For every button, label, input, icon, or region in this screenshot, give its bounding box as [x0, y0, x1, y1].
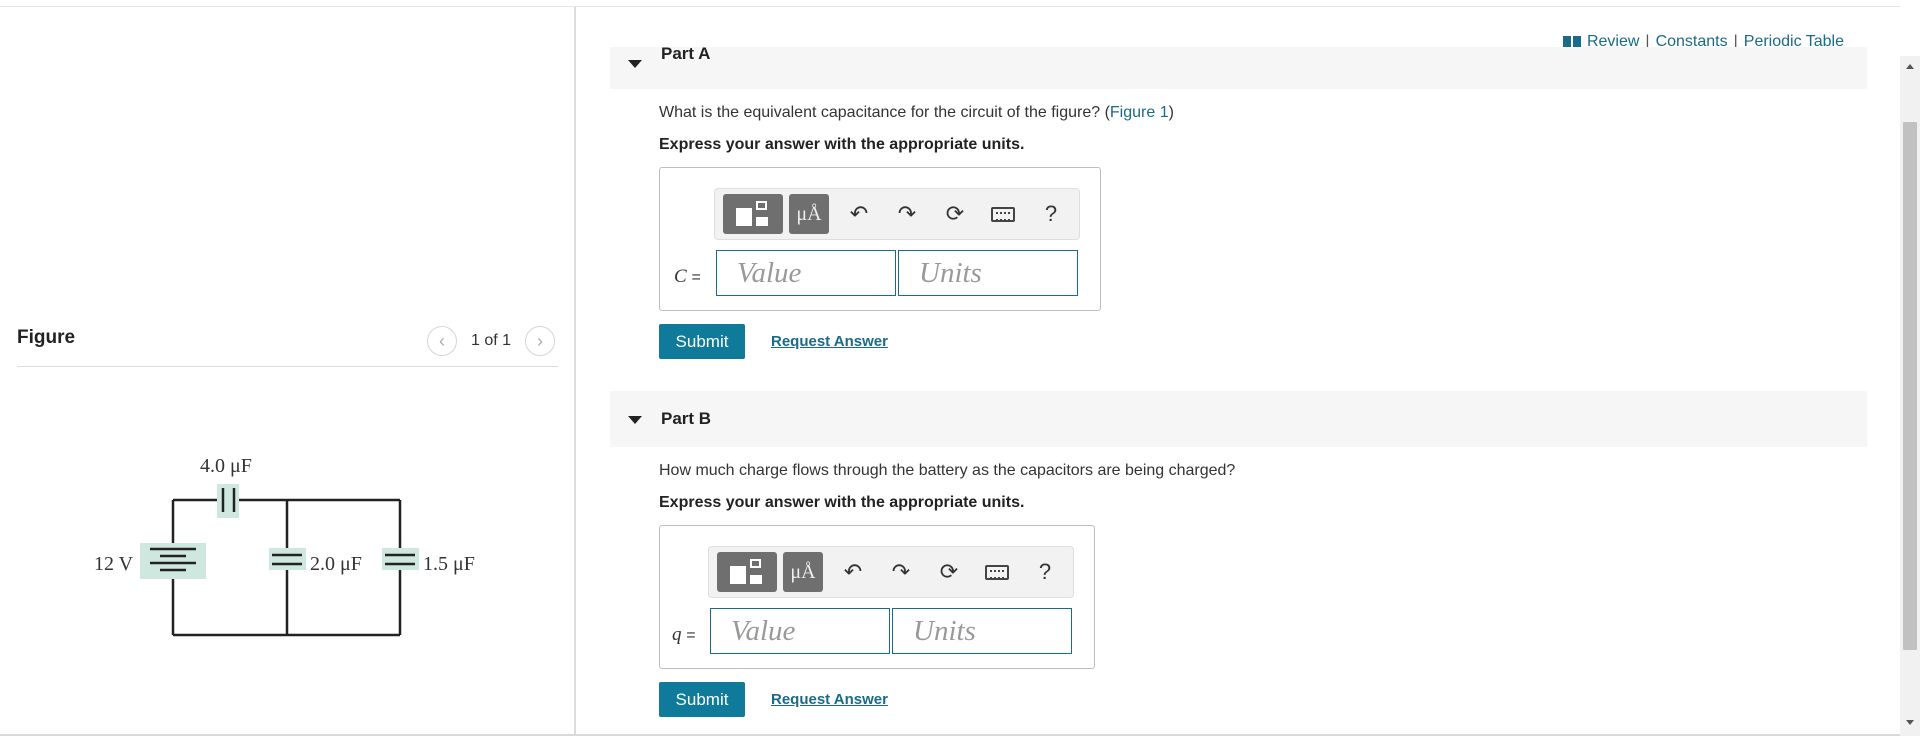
- redo-button[interactable]: ↷: [883, 194, 931, 234]
- capacitor-c2: [269, 548, 306, 570]
- scroll-down-arrow-icon[interactable]: [1906, 720, 1914, 725]
- part-b-instruction: Express your answer with the appropriate…: [659, 494, 1025, 511]
- c1-label: 4.0 μF: [200, 455, 252, 477]
- redo-button[interactable]: ↷: [877, 552, 925, 592]
- part-a-submit-button[interactable]: Submit: [659, 324, 745, 359]
- panel-divider[interactable]: [574, 7, 576, 734]
- part-b-answer-box: μÅ ↶ ↷ ⟳ ? q = Value Units: [659, 525, 1095, 669]
- part-a-math-toolbar: μÅ ↶ ↷ ⟳ ?: [714, 188, 1080, 240]
- part-a-variable-label: C =: [674, 266, 701, 287]
- figure-pagination: ‹ 1 of 1 ›: [427, 326, 556, 356]
- part-a-request-answer-link[interactable]: Request Answer: [771, 333, 888, 350]
- part-b-submit-button[interactable]: Submit: [659, 682, 745, 717]
- part-b-variable-label: q =: [672, 624, 696, 645]
- c3-label: 1.5 μF: [423, 553, 475, 575]
- book-icon: [1562, 36, 1581, 48]
- figure-title: Figure: [17, 327, 76, 348]
- redo-icon: ↷: [897, 201, 917, 226]
- battery-symbol: [140, 543, 206, 579]
- circuit-diagram: 4.0 μF 12 V 2.0 μF 1.5 μF: [94, 455, 475, 637]
- keyboard-button[interactable]: [973, 552, 1021, 592]
- question-panel: Review | Constants | Periodic Table Part…: [578, 7, 1900, 734]
- part-a-answer-box: μÅ ↶ ↷ ⟳ ? C = Value Units: [659, 167, 1101, 311]
- figure-counter: 1 of 1: [471, 332, 512, 349]
- part-b-header[interactable]: Part B: [610, 391, 1867, 447]
- figure-prev-button[interactable]: ‹: [427, 326, 457, 356]
- units-icon: μÅ: [790, 560, 816, 583]
- part-a-question: What is the equivalent capacitance for t…: [659, 104, 1174, 121]
- templates-button[interactable]: [723, 194, 783, 234]
- part-b-math-toolbar: μÅ ↶ ↷ ⟳ ?: [708, 546, 1074, 598]
- reset-button[interactable]: ⟳: [925, 552, 973, 592]
- part-b-question: How much charge flows through the batter…: [659, 462, 1236, 479]
- help-button[interactable]: ?: [1021, 552, 1069, 592]
- collapse-arrow-icon[interactable]: [628, 60, 642, 68]
- collapse-arrow-icon[interactable]: [628, 416, 642, 424]
- reset-icon: ⟳: [945, 201, 965, 226]
- templates-icon: [733, 199, 773, 229]
- scroll-thumb[interactable]: [1903, 122, 1917, 650]
- undo-button[interactable]: ↶: [829, 552, 877, 592]
- scroll-up-arrow-icon[interactable]: [1906, 64, 1914, 69]
- templates-icon: [727, 557, 767, 587]
- keyboard-icon: [985, 564, 1009, 580]
- undo-icon: ↶: [849, 201, 869, 226]
- help-icon: ?: [1038, 559, 1052, 584]
- reset-button[interactable]: ⟳: [931, 194, 979, 234]
- capacitor-c1: [217, 484, 239, 518]
- figure-next-button[interactable]: ›: [525, 326, 556, 356]
- units-button[interactable]: μÅ: [789, 194, 829, 234]
- part-b-units-input[interactable]: Units: [892, 608, 1072, 654]
- part-b-request-answer-link[interactable]: Request Answer: [771, 691, 888, 708]
- undo-icon: ↶: [843, 559, 863, 584]
- keyboard-icon: [991, 206, 1015, 222]
- part-b-value-input[interactable]: Value: [710, 608, 890, 654]
- units-icon: μÅ: [796, 202, 822, 225]
- chevron-left-icon: ‹: [439, 330, 445, 351]
- reset-icon: ⟳: [939, 559, 959, 584]
- vertical-scrollbar[interactable]: [1900, 56, 1920, 736]
- c2-label: 2.0 μF: [310, 553, 362, 575]
- part-a-title: Part A: [661, 47, 711, 63]
- help-icon: ?: [1044, 201, 1058, 226]
- part-a-value-input[interactable]: Value: [716, 250, 896, 296]
- battery-label: 12 V: [94, 553, 134, 575]
- capacitor-c3: [382, 548, 419, 570]
- help-button[interactable]: ?: [1027, 194, 1075, 234]
- part-b-title: Part B: [661, 409, 712, 428]
- units-button[interactable]: μÅ: [783, 552, 823, 592]
- part-a-units-input[interactable]: Units: [898, 250, 1078, 296]
- figure-1-link[interactable]: Figure 1: [1110, 104, 1169, 121]
- figure-divider: [17, 366, 558, 367]
- keyboard-button[interactable]: [979, 194, 1027, 234]
- undo-button[interactable]: ↶: [835, 194, 883, 234]
- redo-icon: ↷: [891, 559, 911, 584]
- templates-button[interactable]: [717, 552, 777, 592]
- part-a-instruction: Express your answer with the appropriate…: [659, 136, 1025, 153]
- chevron-right-icon: ›: [537, 330, 544, 351]
